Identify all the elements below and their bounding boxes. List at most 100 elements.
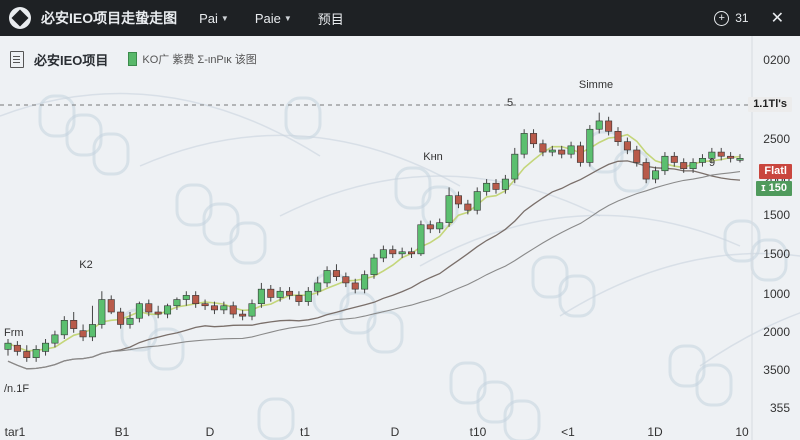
plus-circle-icon[interactable]: +: [714, 10, 730, 26]
candle-body: [239, 313, 247, 317]
candle-body: [454, 195, 462, 205]
candle-body: [426, 224, 434, 230]
candle-body: [88, 324, 96, 338]
candle-body: [220, 305, 228, 311]
candle-body: [436, 222, 444, 230]
candle-body: [408, 251, 416, 255]
x-axis-label: tar1: [5, 425, 26, 439]
candle-body: [332, 270, 340, 277]
menu-item-paie[interactable]: Paie ▼: [255, 9, 292, 28]
candle-body: [135, 303, 143, 319]
x-axis-label: <1: [561, 425, 575, 439]
candle-body: [98, 299, 106, 325]
chart-annotation: 5: [507, 97, 513, 109]
candle-body: [107, 299, 115, 313]
candle-body: [42, 342, 50, 352]
candle-body: [539, 143, 547, 153]
candle-body: [201, 303, 209, 307]
candle-body: [736, 158, 744, 161]
candle-body: [314, 282, 322, 292]
y-axis-label: 1000: [763, 287, 790, 301]
candle-body: [379, 249, 387, 259]
chart-annotation: Simme: [579, 79, 613, 91]
candle-body: [389, 249, 397, 255]
candle-body: [605, 120, 613, 132]
candle-indicator-icon: [128, 52, 138, 66]
notification-area[interactable]: + 31 ✕: [714, 8, 800, 28]
candle-body: [361, 274, 369, 290]
candle-body: [680, 162, 688, 169]
candle-body: [276, 290, 284, 298]
candle-body: [295, 295, 303, 302]
y-axis-label: 3500: [763, 363, 790, 377]
y-axis-label: 2500: [763, 132, 790, 146]
chart-annotation: Frm: [4, 327, 24, 339]
y-axis-label: 1500: [763, 247, 790, 261]
candle-body: [51, 334, 59, 344]
candle-body: [511, 153, 519, 180]
candle-body: [698, 158, 706, 163]
chevron-down-icon: ▼: [283, 13, 292, 23]
candle-body: [164, 305, 172, 315]
candle-body: [473, 191, 481, 211]
chart-header: 必安IEO项目 KO广 紫费 Σ-ιnPικ 该图: [0, 44, 700, 74]
candle-body: [370, 257, 378, 275]
candle-body: [445, 195, 453, 223]
candle-body: [126, 317, 134, 325]
app-title: 必安IEO项目走蛰走图: [41, 10, 178, 26]
candle-body: [117, 311, 125, 325]
candle-body: [229, 305, 237, 315]
chevron-down-icon: ▼: [220, 13, 229, 23]
candle-body: [210, 305, 218, 311]
candle-body: [614, 131, 622, 142]
x-axis-label: t1: [300, 425, 310, 439]
menu-item-project[interactable]: 预目: [318, 9, 344, 28]
candle-body: [595, 120, 603, 130]
candle-body: [689, 162, 697, 169]
candle-body: [257, 288, 265, 304]
candle-body: [248, 303, 256, 317]
candle-body: [717, 151, 725, 157]
candle-body: [70, 320, 78, 329]
candle-body: [351, 282, 359, 290]
x-axis-label: 10: [735, 425, 749, 439]
chart-background: [0, 36, 800, 440]
x-axis-label: B1: [115, 425, 130, 439]
candle-body: [192, 295, 200, 304]
menu-item-label: Pai: [199, 10, 218, 26]
candle-body: [145, 303, 153, 313]
candle-body: [342, 276, 350, 284]
price-tag-last: 1.1Tl's: [748, 97, 792, 112]
price-tag-current: ɪ 150: [756, 181, 792, 196]
x-axis-label: D: [206, 425, 215, 439]
candle-body: [501, 178, 509, 190]
notification-count: 31: [735, 11, 749, 25]
y-axis-label: 2000: [763, 325, 790, 339]
candle-body: [182, 295, 190, 300]
candle-body: [23, 351, 31, 358]
candle-body: [267, 288, 275, 298]
y-axis-label: 1500: [763, 208, 790, 222]
price-chart[interactable]: 020021C2500200015001500100020003500355ta…: [0, 36, 800, 440]
candle-body: [548, 149, 556, 153]
candle-body: [642, 162, 650, 180]
candle-body: [398, 251, 406, 255]
candle-body: [32, 349, 40, 358]
menu-item-pai[interactable]: Pai ▼: [199, 9, 229, 28]
indicator-label[interactable]: KO广 紫费 Σ-ιnPικ 该图: [142, 51, 256, 67]
document-icon[interactable]: [10, 50, 24, 68]
candle-body: [633, 149, 641, 163]
candle-body: [623, 141, 631, 151]
candle-body: [670, 155, 678, 163]
candle-body: [4, 342, 12, 350]
menu-item-label: Paie: [254, 10, 281, 26]
y-axis-label: 355: [770, 401, 790, 415]
candle-body: [586, 128, 594, 163]
candle-body: [154, 311, 162, 315]
y-axis-label: 0200: [763, 53, 790, 67]
candle-body: [567, 145, 575, 155]
top-menu: Pai ▼ Paie ▼ 预目: [199, 9, 344, 28]
candle-body: [576, 145, 584, 163]
close-icon[interactable]: ✕: [771, 8, 784, 28]
candle-body: [173, 299, 181, 307]
